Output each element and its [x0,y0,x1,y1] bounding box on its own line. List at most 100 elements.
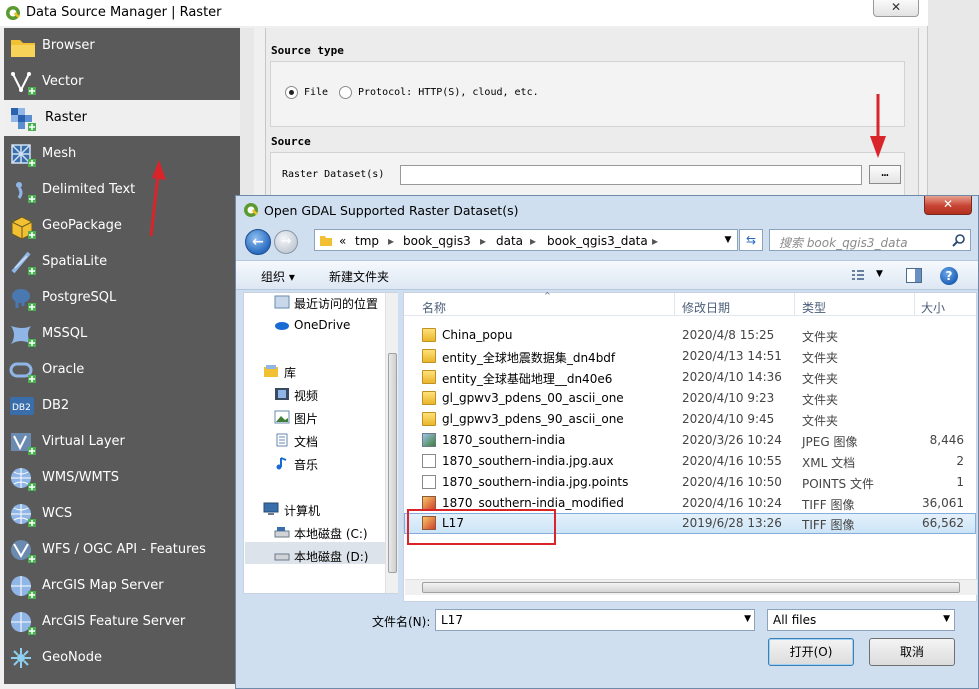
sidebar-item-label: DB2 [42,398,70,413]
sidebar-item-oracle[interactable]: Oracle [4,352,240,388]
arcgis-feature-icon [11,612,36,635]
protocol-radio[interactable] [339,86,352,99]
sidebar-item-label: ArcGIS Feature Server [42,614,186,629]
sidebar-item-mesh[interactable]: Mesh [4,136,240,172]
sidebar-item-delimited-text[interactable]: Delimited Text [4,172,240,208]
column-header-size[interactable]: 大小 [921,299,945,316]
sidebar-item-wfs[interactable]: WFS / OGC API - Features [4,532,240,568]
breadcrumb-overflow[interactable]: « [339,234,346,248]
filter-dropdown-icon[interactable]: ▼ [943,614,950,624]
back-button[interactable]: ← [245,229,271,255]
view-options-icon[interactable] [851,269,865,282]
dialog-toolbar: 组织 ▾ 新建文件夹 ▼ ? [236,260,978,290]
sidebar-item-raster[interactable]: Raster [4,100,240,136]
search-icon[interactable] [952,233,966,247]
file-row[interactable]: entity_全球地震数据集_dn4bdf 2020/4/13 14:51 文件… [404,346,976,367]
file-row[interactable]: China_popu 2020/4/8 15:25 文件夹 [404,325,976,346]
sidebar-item-postgresql[interactable]: PostgreSQL [4,280,240,316]
column-separator[interactable] [914,293,915,315]
forward-button[interactable]: → [274,230,298,254]
sidebar-item-virtual-layer[interactable]: Virtual Layer [4,424,240,460]
nav-item-drive-d[interactable]: 本地磁盘 (D:) [294,548,368,565]
sidebar-item-label: GeoPackage [42,218,122,233]
geopackage-icon [11,216,36,240]
cancel-button[interactable]: 取消 [869,638,955,666]
search-box[interactable]: 搜索 book_qgis3_data [769,229,971,251]
file-row[interactable]: 1870_southern-india 2020/3/26 10:24 JPEG… [404,430,976,451]
horizontal-scrollbar-thumb[interactable] [422,582,960,593]
sidebar-item-label: Delimited Text [42,182,136,197]
file-row[interactable]: entity_全球基础地理__dn40e6 2020/4/10 14:36 文件… [404,367,976,388]
file-radio[interactable] [285,86,298,99]
column-header-type[interactable]: 类型 [802,299,826,316]
column-separator[interactable] [794,293,795,315]
nav-item-music[interactable]: 音乐 [294,456,318,473]
sidebar-item-geopackage[interactable]: GeoPackage [4,208,240,244]
sidebar-item-spatialite[interactable]: SpatiaLite [4,244,240,280]
nav-item-onedrive[interactable]: OneDrive [294,318,350,332]
document-file-icon [422,454,436,468]
breadcrumb-book-qgis3-data[interactable]: book_qgis3_data [547,234,648,248]
filename-dropdown-icon[interactable]: ▼ [744,614,751,624]
column-separator[interactable] [674,293,675,315]
column-header-date[interactable]: 修改日期 [682,299,730,316]
file-date: 2020/4/8 15:25 [682,328,775,342]
sidebar-item-label: WMS/WMTS [42,470,119,485]
sidebar-item-wcs[interactable]: WCS [4,496,240,532]
refresh-button[interactable]: ⇆ [739,229,763,251]
file-row[interactable]: gl_gpwv3_pdens_90_ascii_one 2020/4/10 9:… [404,409,976,430]
nav-item-video[interactable]: 视频 [294,387,318,404]
db2-icon: DB2 [10,397,34,415]
sidebar-item-browser[interactable]: Browser [4,28,240,64]
new-folder-button[interactable]: 新建文件夹 [329,268,389,285]
dsm-close-button[interactable]: ✕ [873,0,919,17]
file-row[interactable]: 1870_southern-india.jpg.aux 2020/4/16 10… [404,451,976,472]
sidebar-item-db2[interactable]: DB2 DB2 [4,388,240,424]
wcs-icon [11,504,36,527]
sidebar-item-vector[interactable]: Vector [4,64,240,100]
nav-item-computer[interactable]: 计算机 [284,502,320,519]
nav-scrollbar[interactable] [385,293,398,593]
sidebar-item-mssql[interactable]: MSSQL [4,316,240,352]
file-type-filter-select[interactable]: All files ▼ [767,609,955,631]
dsm-title: Data Source Manager | Raster [26,5,222,20]
document-file-icon [422,475,436,489]
nav-scrollbar-thumb[interactable] [388,353,397,573]
help-icon[interactable]: ? [940,267,958,285]
filename-input[interactable]: L17 ▼ [435,609,755,631]
sidebar-item-arcgis-map-server[interactable]: ArcGIS Map Server [4,568,240,604]
vector-icon [11,72,36,95]
view-dropdown-icon[interactable]: ▼ [876,269,883,279]
nav-item-drive-c[interactable]: 本地磁盘 (C:) [294,525,368,542]
library-icon [264,365,278,377]
file-row[interactable]: gl_gpwv3_pdens_00_ascii_one 2020/4/10 9:… [404,388,976,409]
breadcrumb-book-qgis3[interactable]: book_qgis3 [403,234,471,248]
breadcrumb-data[interactable]: data [496,234,523,248]
nav-item-documents[interactable]: 文档 [294,433,318,450]
open-button[interactable]: 打开(O) [768,638,854,666]
oracle-icon [9,362,36,383]
address-dropdown-icon[interactable]: ▼ [719,230,737,250]
file-date: 2019/6/28 13:26 [682,516,782,530]
file-row[interactable]: 1870_southern-india.jpg.points 2020/4/16… [404,472,976,493]
sidebar-item-geonode[interactable]: GeoNode [4,640,240,676]
nav-item-library[interactable]: 库 [284,364,296,381]
sidebar-item-wms[interactable]: WMS/WMTS [4,460,240,496]
annotation-highlight-box [407,509,556,545]
nav-item-recent-places[interactable]: 最近访问的位置 [294,295,378,312]
breadcrumb-tmp[interactable]: tmp [355,234,379,248]
preview-pane-icon[interactable] [906,268,922,283]
file-list-horizontal-scrollbar[interactable] [405,579,977,595]
column-header-name[interactable]: 名称 [422,299,446,316]
browse-button[interactable]: … [869,165,901,184]
sort-indicator-icon: ^ [544,291,551,300]
raster-dataset-input[interactable] [400,165,862,185]
dialog-close-button[interactable]: ✕ [924,196,972,215]
organize-button[interactable]: 组织 ▾ [261,268,295,285]
file-date: 2020/4/10 14:36 [682,370,782,384]
source-title: Source [271,135,311,148]
file-date: 2020/4/16 10:24 [682,496,782,510]
sidebar-item-arcgis-feature-server[interactable]: ArcGIS Feature Server [4,604,240,640]
address-bar[interactable]: « tmp ▸ book_qgis3 ▸ data ▸ book_qgis3_d… [314,229,738,251]
nav-item-pictures[interactable]: 图片 [294,410,318,427]
